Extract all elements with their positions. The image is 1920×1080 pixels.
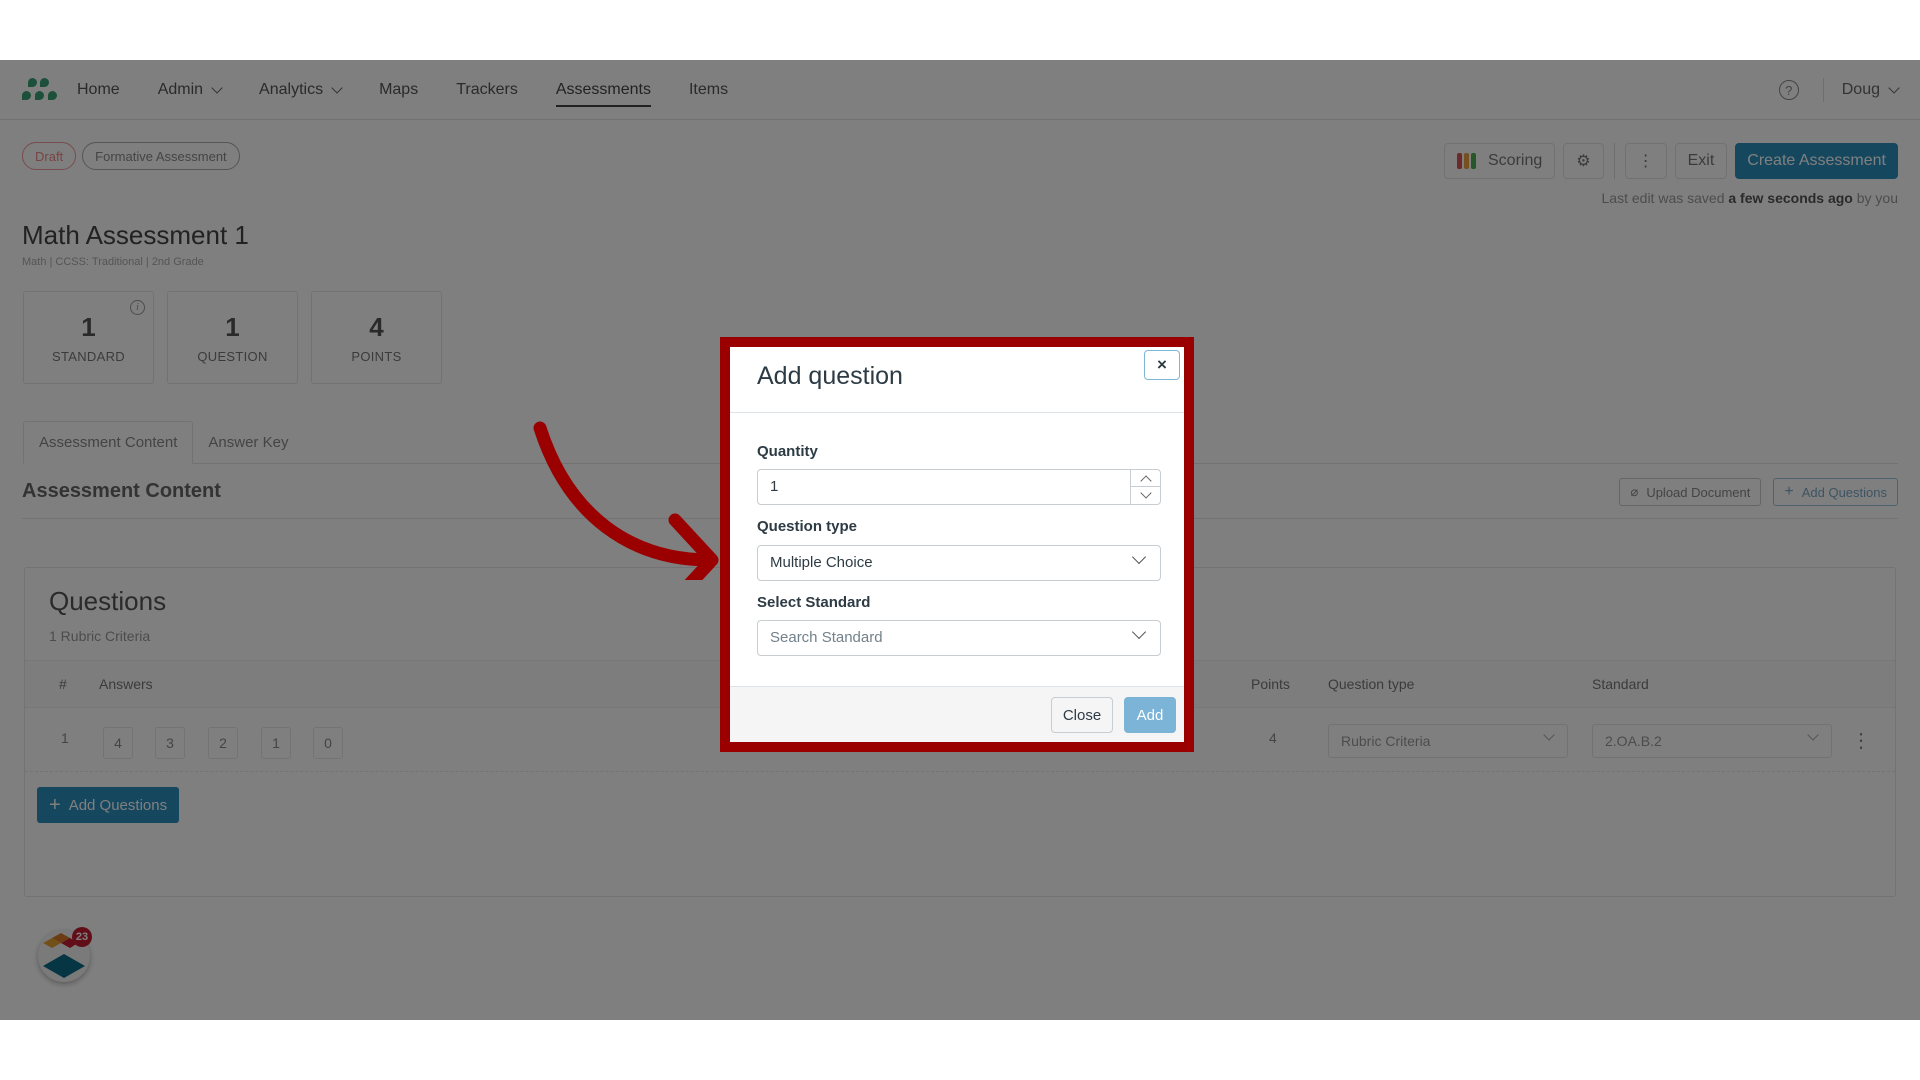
top-letterbox — [0, 0, 1920, 60]
question-type-label: Question type — [757, 518, 858, 535]
modal-title: Add question — [757, 362, 903, 390]
modal-footer: Close Add — [730, 686, 1184, 742]
decrement-button[interactable] — [1131, 487, 1160, 504]
quantity-label: Quantity — [757, 443, 818, 460]
close-icon[interactable]: × — [1144, 350, 1180, 380]
quantity-value: 1 — [770, 478, 779, 495]
chevron-down-icon — [1131, 549, 1147, 565]
app-frame: Home Admin Analytics Maps Trackers Asses… — [0, 60, 1920, 1020]
close-button[interactable]: Close — [1051, 697, 1113, 733]
increment-button[interactable] — [1131, 470, 1160, 487]
chevron-down-icon — [1139, 487, 1152, 499]
bottom-letterbox — [0, 1020, 1920, 1080]
question-type-selected: Multiple Choice — [770, 554, 873, 571]
add-button[interactable]: Add — [1124, 697, 1176, 733]
chevron-down-icon — [1131, 624, 1147, 640]
annotation-arrow-icon — [533, 421, 719, 580]
question-type-dropdown[interactable]: Multiple Choice — [757, 545, 1161, 581]
chevron-up-icon — [1139, 474, 1152, 487]
standard-search-dropdown[interactable]: Search Standard — [757, 620, 1161, 656]
quantity-stepper[interactable]: 1 — [757, 469, 1161, 505]
standard-placeholder: Search Standard — [770, 629, 883, 646]
modal-header-divider — [730, 412, 1184, 413]
select-standard-label: Select Standard — [757, 594, 871, 611]
add-question-modal: Add question × Quantity 1 Question type … — [730, 347, 1184, 742]
